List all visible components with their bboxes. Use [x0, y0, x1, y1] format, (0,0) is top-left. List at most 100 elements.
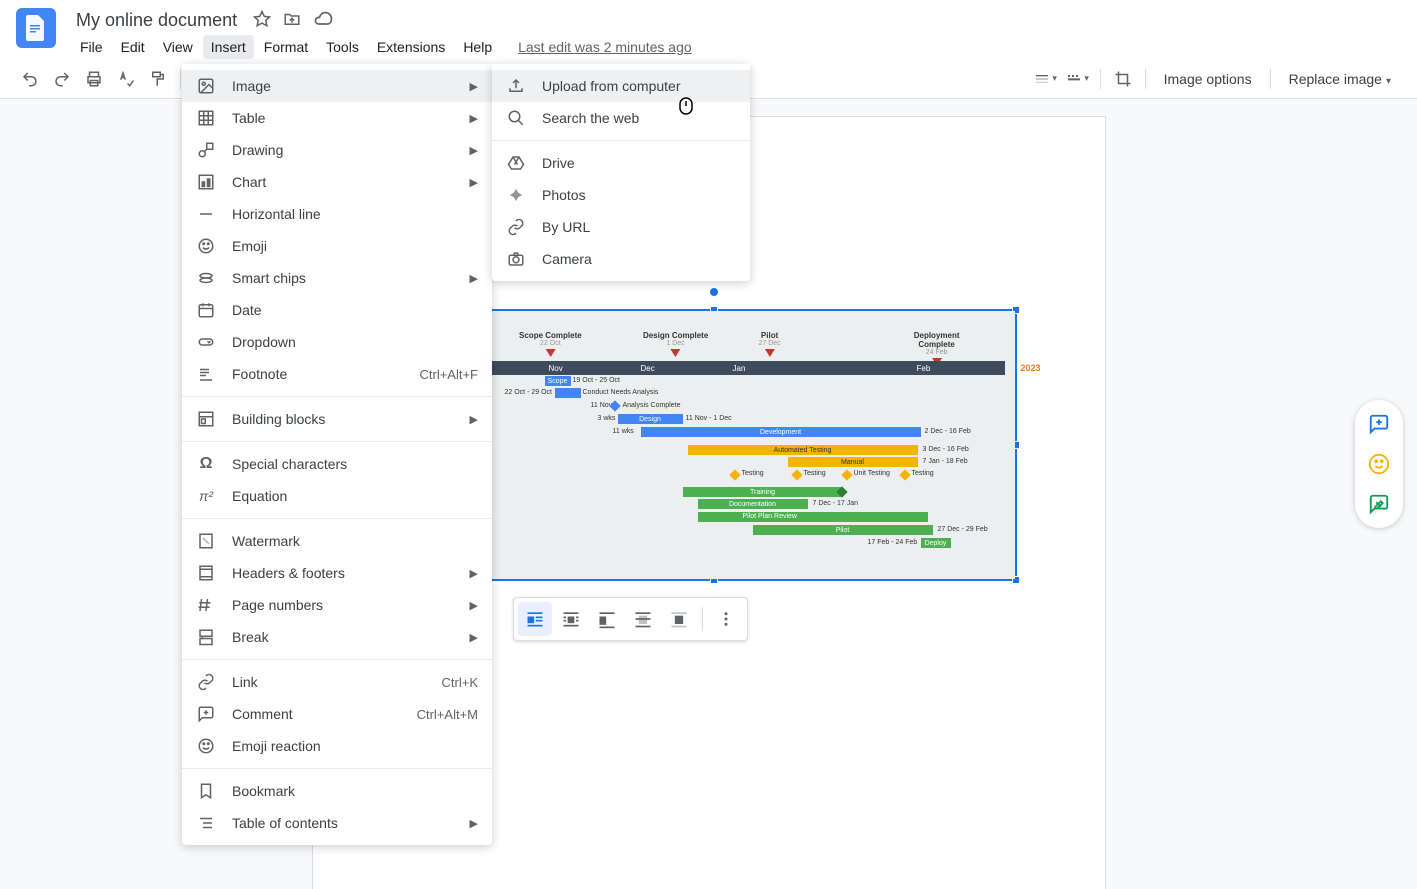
- add-comment-button[interactable]: [1361, 406, 1397, 442]
- comment-icon: [196, 704, 216, 724]
- star-icon[interactable]: [253, 10, 271, 31]
- gantt-milestone: Design Complete1 Dec: [643, 331, 708, 357]
- menu-help[interactable]: Help: [455, 35, 500, 59]
- replace-image-button[interactable]: Replace image: [1279, 71, 1401, 87]
- gantt-milestone: Pilot27 Dec: [759, 331, 781, 357]
- front-text-button[interactable]: [662, 602, 696, 636]
- menu-item-label: Upload from computer: [542, 78, 736, 94]
- hr-icon: [196, 204, 216, 224]
- menubar: FileEditViewInsertFormatToolsExtensionsH…: [72, 35, 692, 59]
- menu-item-equation[interactable]: π²Equation: [182, 480, 492, 512]
- menu-item-label: Link: [232, 674, 442, 690]
- menu-item-emoji[interactable]: Emoji: [182, 230, 492, 262]
- menu-item-break[interactable]: Break▶: [182, 621, 492, 653]
- chevron-right-icon: ▶: [470, 631, 478, 644]
- menu-separator: [182, 768, 492, 769]
- move-icon[interactable]: [283, 10, 301, 31]
- menu-item-photos[interactable]: Photos: [492, 179, 750, 211]
- chips-icon: [196, 268, 216, 288]
- menu-separator: [182, 441, 492, 442]
- more-image-options-button[interactable]: [709, 602, 743, 636]
- menu-item-footnote[interactable]: FootnoteCtrl+Alt+F: [182, 358, 492, 390]
- menu-format[interactable]: Format: [256, 35, 316, 59]
- last-edit-link[interactable]: Last edit was 2 minutes ago: [518, 39, 692, 55]
- menu-item-bookmark[interactable]: Bookmark: [182, 775, 492, 807]
- menu-tools[interactable]: Tools: [318, 35, 367, 59]
- menu-item-watermark[interactable]: Watermark: [182, 525, 492, 557]
- chevron-right-icon: ▶: [470, 599, 478, 612]
- date-icon: [196, 300, 216, 320]
- menu-separator: [182, 659, 492, 660]
- behind-text-button[interactable]: [626, 602, 660, 636]
- undo-button[interactable]: [16, 65, 44, 93]
- menu-item-label: By URL: [542, 219, 736, 235]
- bookmark-icon: [196, 781, 216, 801]
- menu-item-label: Watermark: [232, 533, 478, 549]
- add-emoji-reaction-button[interactable]: [1361, 446, 1397, 482]
- menu-view[interactable]: View: [155, 35, 201, 59]
- menu-item-upload-from-computer[interactable]: Upload from computer: [492, 70, 750, 102]
- menu-item-date[interactable]: Date: [182, 294, 492, 326]
- chevron-right-icon: ▶: [470, 80, 478, 93]
- menu-item-label: Emoji reaction: [232, 738, 478, 754]
- menu-item-headers-footers[interactable]: Headers & footers▶: [182, 557, 492, 589]
- suggest-edits-button[interactable]: [1361, 486, 1397, 522]
- menu-item-comment[interactable]: CommentCtrl+Alt+M: [182, 698, 492, 730]
- menu-item-table[interactable]: Table▶: [182, 102, 492, 134]
- pagenum-icon: [196, 595, 216, 615]
- url-icon: [506, 217, 526, 237]
- menu-item-label: Break: [232, 629, 470, 645]
- menu-item-horizontal-line[interactable]: Horizontal line: [182, 198, 492, 230]
- pi-icon: π²: [196, 486, 216, 506]
- menu-item-label: Comment: [232, 706, 417, 722]
- menu-item-by-url[interactable]: By URL: [492, 211, 750, 243]
- image-options-button[interactable]: Image options: [1154, 71, 1262, 87]
- menu-extensions[interactable]: Extensions: [369, 35, 453, 59]
- menu-item-table-of-contents[interactable]: Table of contents▶: [182, 807, 492, 839]
- table-icon: [196, 108, 216, 128]
- selected-image[interactable]: Scope Complete22 Oct Design Complete1 Dec…: [411, 309, 1017, 581]
- emoji-icon: [196, 236, 216, 256]
- menu-item-drawing[interactable]: Drawing▶: [182, 134, 492, 166]
- chevron-right-icon: ▶: [470, 144, 478, 157]
- menu-item-label: Camera: [542, 251, 736, 267]
- spellcheck-button[interactable]: [112, 65, 140, 93]
- menu-file[interactable]: File: [72, 35, 111, 59]
- menu-item-camera[interactable]: Camera: [492, 243, 750, 275]
- menu-item-image[interactable]: Image▶: [182, 70, 492, 102]
- menu-item-label: Drawing: [232, 142, 470, 158]
- menu-item-label: Footnote: [232, 366, 419, 382]
- border-width-button[interactable]: ▾: [1064, 65, 1092, 93]
- menu-item-smart-chips[interactable]: Smart chips▶: [182, 262, 492, 294]
- toc-icon: [196, 813, 216, 833]
- redo-button[interactable]: [48, 65, 76, 93]
- border-style-button[interactable]: ▾: [1032, 65, 1060, 93]
- crop-button[interactable]: [1109, 65, 1137, 93]
- menu-item-drive[interactable]: Drive: [492, 147, 750, 179]
- menu-insert[interactable]: Insert: [203, 35, 254, 59]
- menu-item-link[interactable]: LinkCtrl+K: [182, 666, 492, 698]
- wrap-text-button[interactable]: [554, 602, 588, 636]
- menu-item-dropdown[interactable]: Dropdown: [182, 326, 492, 358]
- menu-item-search-the-web[interactable]: Search the web: [492, 102, 750, 134]
- cloud-status-icon[interactable]: [313, 9, 333, 32]
- docs-logo[interactable]: [16, 8, 56, 48]
- break-text-button[interactable]: [590, 602, 624, 636]
- chevron-right-icon: ▶: [470, 817, 478, 830]
- paint-format-button[interactable]: [144, 65, 172, 93]
- menu-item-special-characters[interactable]: ΩSpecial characters: [182, 448, 492, 480]
- menu-edit[interactable]: Edit: [113, 35, 153, 59]
- menu-separator: [492, 140, 750, 141]
- chevron-right-icon: ▶: [470, 176, 478, 189]
- menu-item-page-numbers[interactable]: Page numbers▶: [182, 589, 492, 621]
- menu-item-emoji-reaction[interactable]: Emoji reaction: [182, 730, 492, 762]
- wrap-inline-button[interactable]: [518, 602, 552, 636]
- print-button[interactable]: [80, 65, 108, 93]
- rotate-handle[interactable]: [709, 287, 719, 297]
- menu-item-building-blocks[interactable]: Building blocks▶: [182, 403, 492, 435]
- gantt-milestone: Scope Complete22 Oct: [519, 331, 582, 357]
- link-icon: [196, 672, 216, 692]
- menu-item-chart[interactable]: Chart▶: [182, 166, 492, 198]
- document-title[interactable]: My online document: [72, 8, 241, 33]
- menu-item-label: Page numbers: [232, 597, 470, 613]
